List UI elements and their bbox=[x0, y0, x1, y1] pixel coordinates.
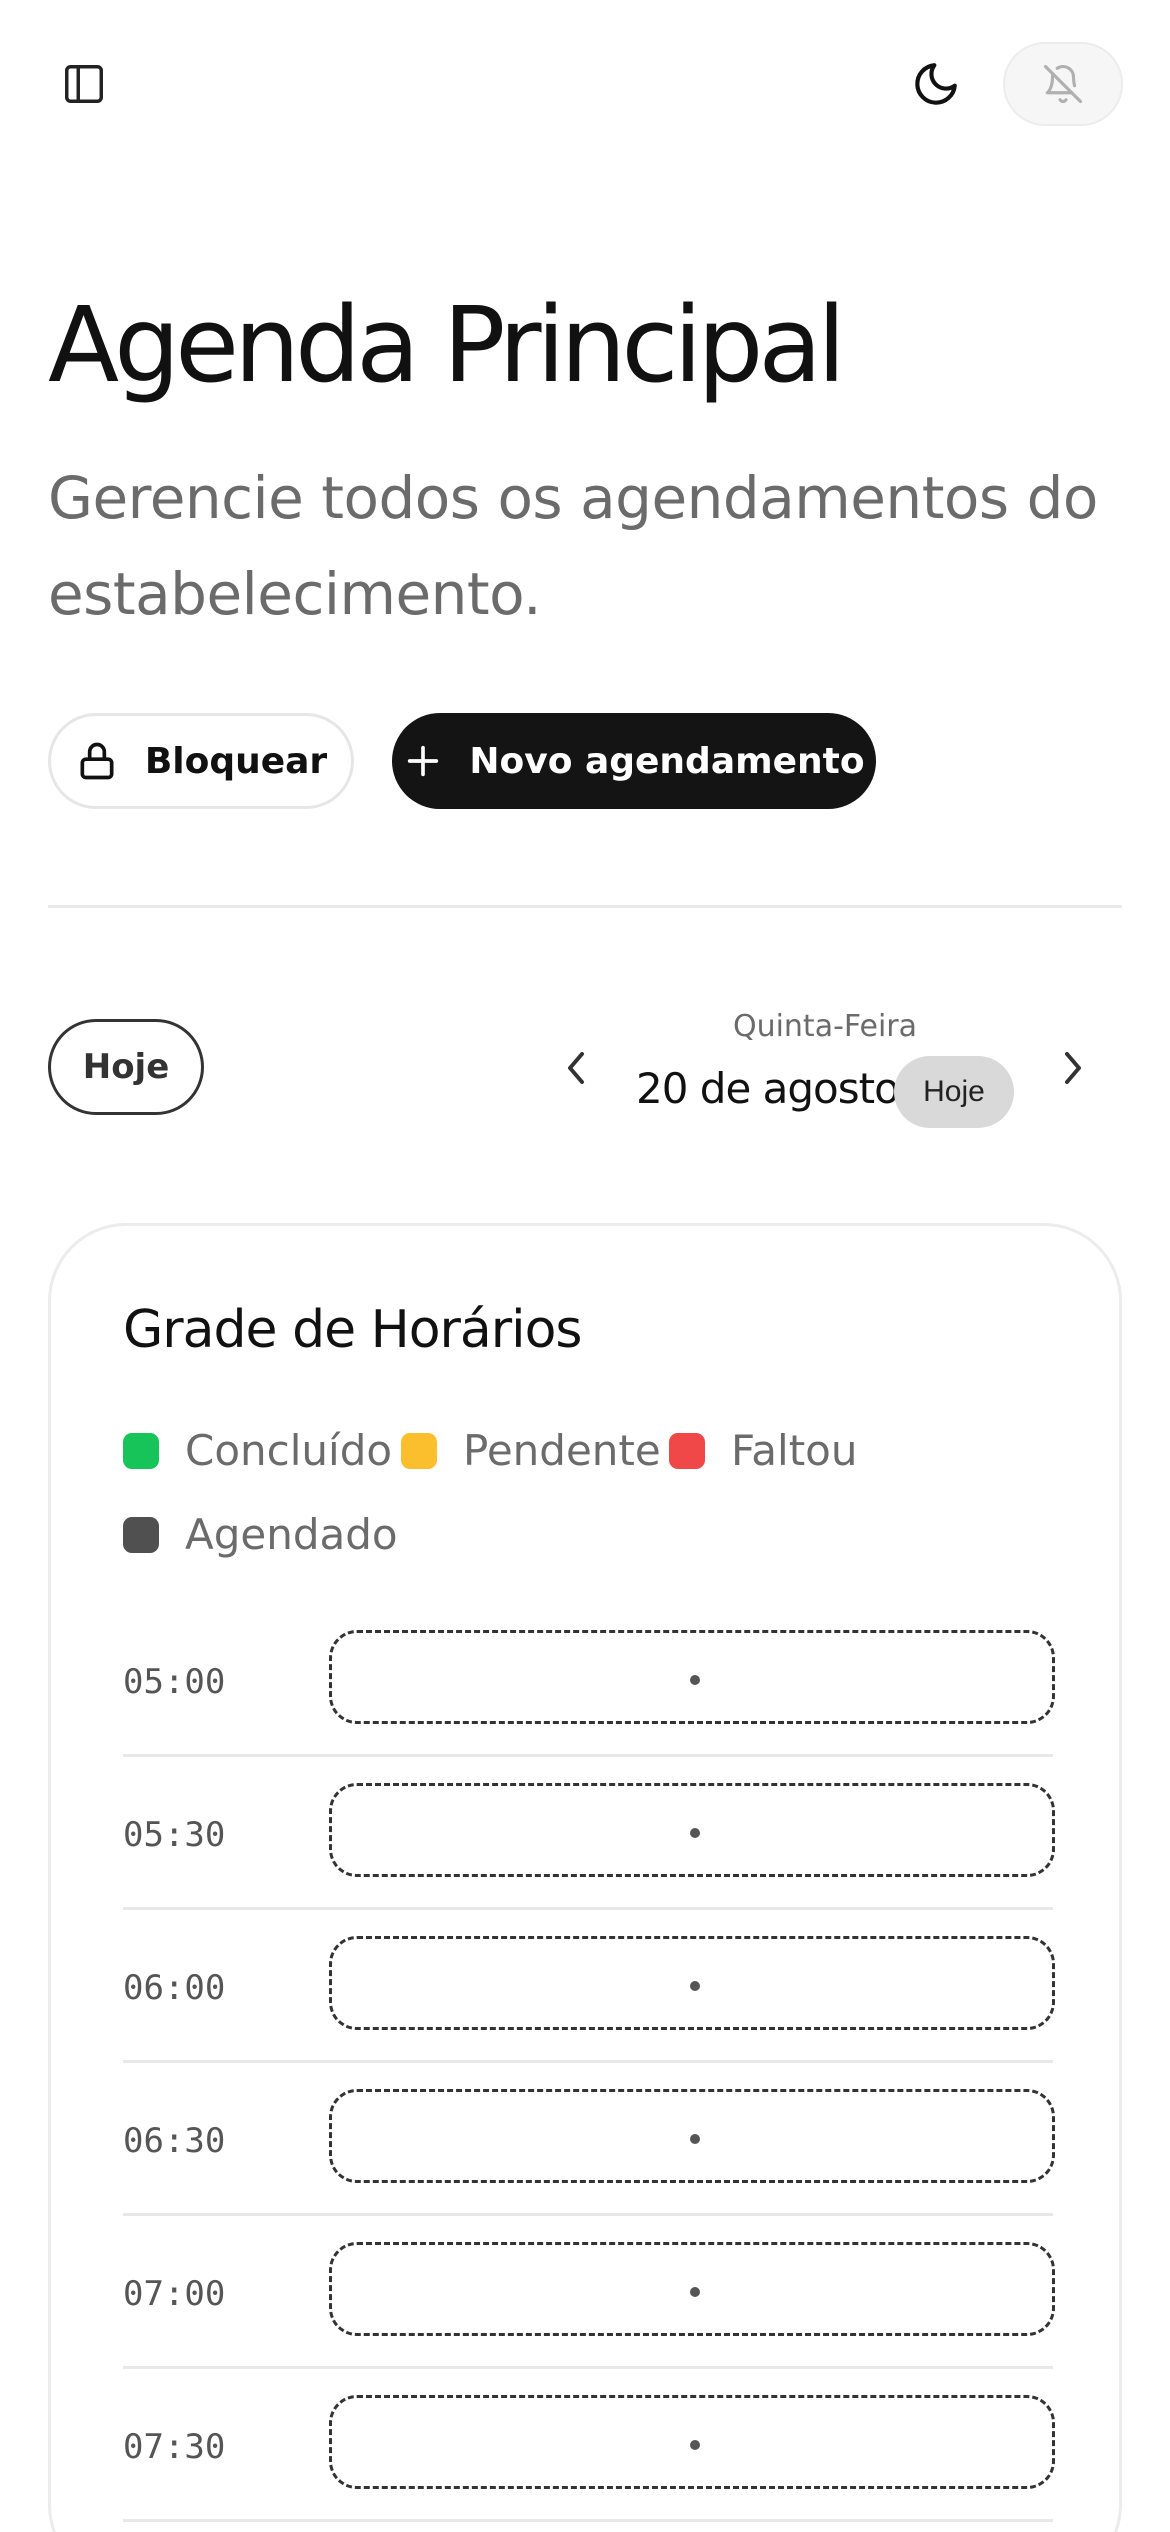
legend-item-pending: Pendente bbox=[401, 1426, 661, 1475]
legend-label: Pendente bbox=[463, 1426, 661, 1475]
top-bar bbox=[0, 0, 1170, 170]
legend-label: Agendado bbox=[185, 1510, 398, 1559]
schedule-title: Grade de Horários bbox=[123, 1300, 582, 1360]
next-day-button[interactable] bbox=[1053, 1043, 1093, 1093]
panel-left-icon bbox=[65, 65, 103, 103]
empty-slot[interactable] bbox=[329, 2395, 1055, 2489]
chevron-left-icon bbox=[568, 1052, 584, 1084]
row-divider bbox=[123, 2060, 1053, 2063]
slot-dot bbox=[690, 2134, 700, 2144]
slot-time: 07:00 bbox=[123, 2274, 226, 2314]
weekday-label: Quinta-Feira bbox=[732, 1009, 918, 1044]
current-date: 20 de agosto bbox=[636, 1064, 900, 1113]
legend-label: Concluído bbox=[185, 1426, 393, 1475]
slot-time: 05:00 bbox=[123, 1662, 226, 1702]
theme-toggle-button[interactable] bbox=[906, 54, 966, 114]
row-divider bbox=[123, 1754, 1053, 1757]
today-button[interactable]: Hoje bbox=[48, 1019, 204, 1115]
slot-dot bbox=[690, 1828, 700, 1838]
slot-time: 07:30 bbox=[123, 2427, 226, 2467]
schedule-card: Grade de Horários Concluído Pendente Fal… bbox=[48, 1223, 1122, 2532]
time-slot-row: 06:00 bbox=[123, 1936, 1055, 2089]
page-actions: Bloquear Novo agendamento bbox=[48, 713, 876, 809]
slot-dot bbox=[690, 1675, 700, 1685]
legend-swatch bbox=[123, 1432, 159, 1469]
empty-slot[interactable] bbox=[329, 1630, 1055, 1724]
new-appointment-button[interactable]: Novo agendamento bbox=[392, 713, 876, 809]
time-slot-row: 06:30 bbox=[123, 2089, 1055, 2242]
section-divider bbox=[48, 905, 1122, 908]
plus-icon bbox=[408, 745, 439, 777]
legend-item-missed: Faltou bbox=[669, 1426, 858, 1475]
slot-time: 05:30 bbox=[123, 1815, 226, 1855]
legend-swatch bbox=[123, 1516, 159, 1553]
chevron-right-icon bbox=[1065, 1052, 1081, 1084]
time-slot-row: 05:30 bbox=[123, 1783, 1055, 1936]
page-subtitle: Gerencie todos os agendamentos do estabe… bbox=[48, 464, 1098, 628]
legend-swatch bbox=[401, 1432, 437, 1469]
empty-slot[interactable] bbox=[329, 1783, 1055, 1877]
time-slot-row: 07:00 bbox=[123, 2242, 1055, 2395]
row-divider bbox=[123, 2519, 1053, 2522]
legend-item-completed: Concluído bbox=[123, 1426, 392, 1475]
slot-dot bbox=[690, 2440, 700, 2450]
new-appointment-label: Novo agendamento bbox=[469, 740, 865, 782]
row-divider bbox=[123, 2366, 1053, 2369]
lock-icon bbox=[80, 742, 114, 780]
slot-dot bbox=[690, 2287, 700, 2297]
today-badge: Hoje bbox=[894, 1056, 1014, 1128]
moon-icon bbox=[915, 63, 957, 105]
slot-dot bbox=[690, 1981, 700, 1991]
previous-day-button[interactable] bbox=[556, 1043, 596, 1093]
legend-label: Faltou bbox=[731, 1426, 858, 1475]
legend-swatch bbox=[669, 1432, 705, 1469]
block-button[interactable]: Bloquear bbox=[48, 713, 354, 809]
slot-time: 06:00 bbox=[123, 1968, 226, 2008]
empty-slot[interactable] bbox=[329, 2242, 1055, 2336]
row-divider bbox=[123, 2213, 1053, 2216]
bell-off-icon bbox=[1043, 64, 1083, 104]
slot-time: 06:30 bbox=[123, 2121, 226, 2161]
time-slot-row: 05:00 bbox=[123, 1630, 1055, 1783]
block-button-label: Bloquear bbox=[144, 740, 328, 782]
time-slot-row: 07:30 bbox=[123, 2395, 1055, 2532]
notifications-button[interactable] bbox=[1003, 42, 1123, 126]
row-divider bbox=[123, 1907, 1053, 1910]
empty-slot[interactable] bbox=[329, 1936, 1055, 2030]
page-title: Agenda Principal bbox=[48, 284, 846, 406]
empty-slot[interactable] bbox=[329, 2089, 1055, 2183]
sidebar-toggle-button[interactable] bbox=[58, 58, 110, 110]
legend-item-scheduled: Agendado bbox=[123, 1510, 398, 1559]
